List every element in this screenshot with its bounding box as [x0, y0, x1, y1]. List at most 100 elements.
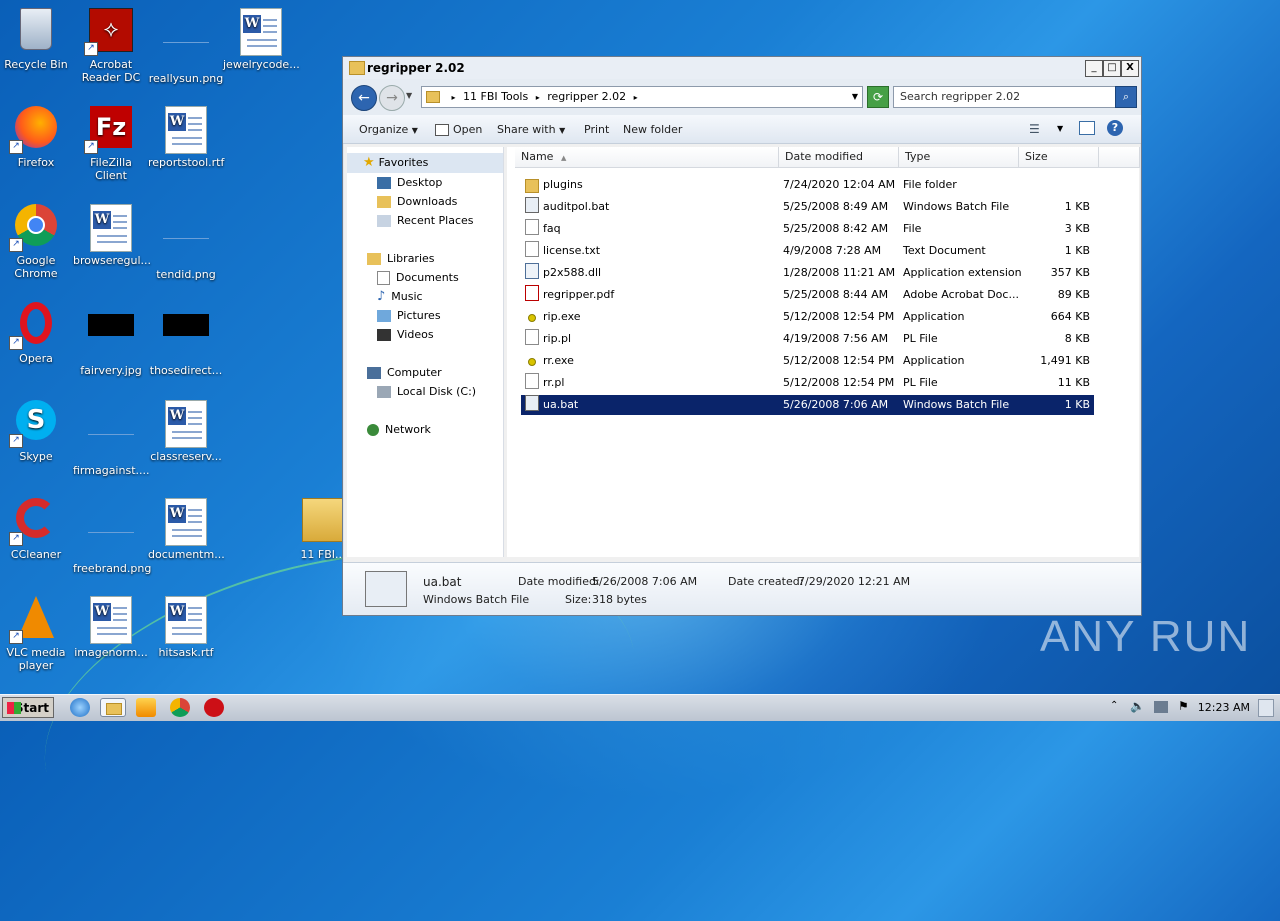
desktop-icon-reportstool[interactable]: W reportstool.rtf [148, 106, 224, 169]
desktop-icon-skype[interactable]: S ↗ Skype [0, 400, 74, 463]
forward-button[interactable]: → [379, 85, 405, 111]
title-bar[interactable]: regripper 2.02 _ □ X [343, 57, 1141, 80]
nav-computer[interactable]: Computer [367, 365, 442, 381]
start-button[interactable]: Start [2, 697, 54, 718]
show-desktop-button[interactable] [1258, 699, 1274, 717]
nav-recent-places[interactable]: Recent Places [377, 213, 474, 229]
file-name: auditpol.bat [543, 200, 610, 213]
breadcrumb-separator-icon[interactable]: ▸ [634, 93, 638, 102]
show-hidden-icons-icon[interactable]: ⌃ [1110, 700, 1118, 711]
breadcrumb-separator-icon[interactable]: ▸ [452, 93, 456, 102]
organize-menu[interactable]: Organize ▼ [359, 123, 418, 136]
column-header-date-modified[interactable]: Date modified [779, 147, 899, 168]
nav-favorites[interactable]: ★ Favorites [347, 153, 503, 173]
file-row[interactable]: rip.exe 5/12/2008 12:54 PM Application 664 … [521, 307, 1094, 327]
nav-libraries[interactable]: Libraries [367, 251, 435, 267]
media-player-taskbar-icon[interactable] [136, 698, 156, 717]
nav-network[interactable]: Network [367, 422, 431, 438]
address-dropdown-icon[interactable]: ▼ [852, 87, 858, 107]
desktop-icon-freebrand[interactable]: freebrand.png [73, 498, 151, 575]
desktop-icon-filezilla[interactable]: Fz ↗ FileZilla Client [73, 106, 149, 182]
file-row[interactable]: rr.pl 5/12/2008 12:54 PM PL File 11 KB [521, 373, 1094, 393]
nav-local-disk[interactable]: Local Disk (C:) [377, 384, 476, 400]
internet-explorer-taskbar-icon[interactable] [70, 698, 90, 717]
skype-icon: S ↗ [9, 400, 59, 448]
file-row[interactable]: p2x588.dll 1/28/2008 11:21 AM Application … [521, 263, 1094, 283]
breadcrumb-regripper[interactable]: regripper 2.02 [547, 87, 626, 107]
address-field[interactable]: ▸ 11 FBI Tools ▸ regripper 2.02 ▸ ▼ [421, 86, 863, 108]
back-button[interactable]: ← [351, 85, 377, 111]
nav-computer-label: Computer [387, 366, 442, 379]
opera-taskbar-icon[interactable] [204, 698, 224, 717]
action-center-flag-icon[interactable]: ⚑ [1178, 699, 1189, 713]
view-options-icon[interactable]: ☰ [1029, 122, 1040, 136]
volume-icon[interactable]: 🔈 [1130, 699, 1145, 713]
folder-icon [426, 91, 440, 103]
nav-documents[interactable]: Documents [377, 270, 459, 286]
nav-downloads[interactable]: Downloads [377, 194, 457, 210]
desktop-icon-documentm[interactable]: W documentm... [148, 498, 225, 561]
nav-desktop[interactable]: Desktop [377, 175, 442, 191]
network-tray-icon[interactable] [1154, 701, 1168, 713]
breadcrumb-separator-icon[interactable]: ▸ [536, 93, 540, 102]
file-row[interactable]: ua.bat 5/26/2008 7:06 AM Windows Batch Fil… [521, 395, 1094, 415]
explorer-taskbar-icon[interactable] [100, 698, 126, 717]
file-row[interactable]: plugins 7/24/2020 12:04 AM File folder [521, 175, 1094, 195]
maximize-button[interactable]: □ [1103, 60, 1121, 77]
desktop-icon-label: Google Chrome [14, 254, 58, 280]
search-input[interactable]: Search regripper 2.02 [893, 86, 1121, 108]
nav-pictures[interactable]: Pictures [377, 308, 441, 324]
explorer-window[interactable]: regripper 2.02 _ □ X ← → ▼ ▸ 11 FBI Tool… [342, 56, 1142, 616]
recycle-bin-icon [13, 8, 59, 54]
open-button[interactable]: Open [435, 123, 482, 136]
column-header-type[interactable]: Type [899, 147, 1019, 168]
file-icon [525, 219, 539, 235]
desktop-icon-opera[interactable]: ↗ Opera [0, 302, 74, 365]
nav-videos-label: Videos [397, 328, 434, 341]
file-row[interactable]: faq 5/25/2008 8:42 AM File 3 KB [521, 219, 1094, 239]
view-dropdown-icon[interactable]: ▼ [1057, 124, 1063, 133]
file-name: rip.pl [543, 332, 572, 345]
desktop-icon-google-chrome[interactable]: ↗ Google Chrome [0, 204, 74, 280]
desktop-icon-ccleaner[interactable]: ↗ CCleaner [0, 498, 74, 561]
preview-pane-icon[interactable] [1079, 121, 1095, 135]
desktop-icon-hitsask[interactable]: W hitsask.rtf [148, 596, 224, 659]
minimize-button[interactable]: _ [1085, 60, 1103, 77]
close-button[interactable]: X [1121, 60, 1139, 77]
clock[interactable]: 12:23 AM [1198, 701, 1250, 714]
new-folder-button[interactable]: New folder [623, 123, 682, 136]
search-button[interactable]: ⌕ [1115, 86, 1137, 108]
desktop-icon-jewelrycode[interactable]: W jewelrycode... [223, 8, 300, 71]
desktop-icon-thosedirect[interactable]: thosedirect... [148, 302, 224, 377]
file-size: 11 KB [1057, 376, 1090, 389]
column-header-size[interactable]: Size [1019, 147, 1099, 168]
file-date-modified: 5/26/2008 7:06 AM [783, 398, 889, 411]
chrome-taskbar-icon[interactable] [170, 698, 190, 717]
print-button[interactable]: Print [584, 123, 609, 136]
desktop-icon-firefox[interactable]: ↗ Firefox [0, 106, 74, 169]
recent-pages-dropdown-icon[interactable]: ▼ [406, 91, 412, 100]
desktop-icon-acrobat[interactable]: ⟡ ↗ Acrobat Reader DC [73, 8, 149, 84]
column-header-name[interactable]: Name ▲ [515, 147, 779, 168]
file-row[interactable]: auditpol.bat 5/25/2008 8:49 AM Windows Bat… [521, 197, 1094, 217]
breadcrumb-11-fbi-tools[interactable]: 11 FBI Tools [463, 87, 528, 107]
file-row[interactable]: license.txt 4/9/2008 7:28 AM Text Document… [521, 241, 1094, 261]
refresh-button[interactable]: ⟳ [867, 86, 889, 108]
desktop-icon-recycle-bin[interactable]: Recycle Bin [0, 8, 74, 71]
help-icon[interactable]: ? [1107, 120, 1123, 136]
nav-videos[interactable]: Videos [377, 327, 434, 343]
desktop-icon-vlc[interactable]: ↗ VLC media player [0, 596, 74, 672]
desktop-icon-classreserv[interactable]: W classreserv... [148, 400, 224, 463]
desktop-icon-reallysun[interactable]: reallysun.png [148, 8, 224, 85]
file-row[interactable]: rip.pl 4/19/2008 7:56 AM PL File 8 KB [521, 329, 1094, 349]
file-row[interactable]: regripper.pdf 5/25/2008 8:44 AM Adobe Acro… [521, 285, 1094, 305]
desktop-icon-imagenorm[interactable]: W imagenorm... [73, 596, 149, 659]
desktop-icon-firmagainst[interactable]: firmagainst.... [73, 400, 150, 477]
desktop-icon-fairvery[interactable]: fairvery.jpg [73, 302, 149, 377]
desktop-icon-tendid[interactable]: tendid.png [148, 204, 224, 281]
file-row[interactable]: rr.exe 5/12/2008 12:54 PM Application 1,491… [521, 351, 1094, 371]
nav-music[interactable]: ♪ Music [377, 289, 423, 305]
desktop-icon-browseregul[interactable]: W browseregul... [73, 204, 151, 267]
text-file-icon [525, 241, 539, 257]
share-with-menu[interactable]: Share with ▼ [497, 123, 565, 136]
